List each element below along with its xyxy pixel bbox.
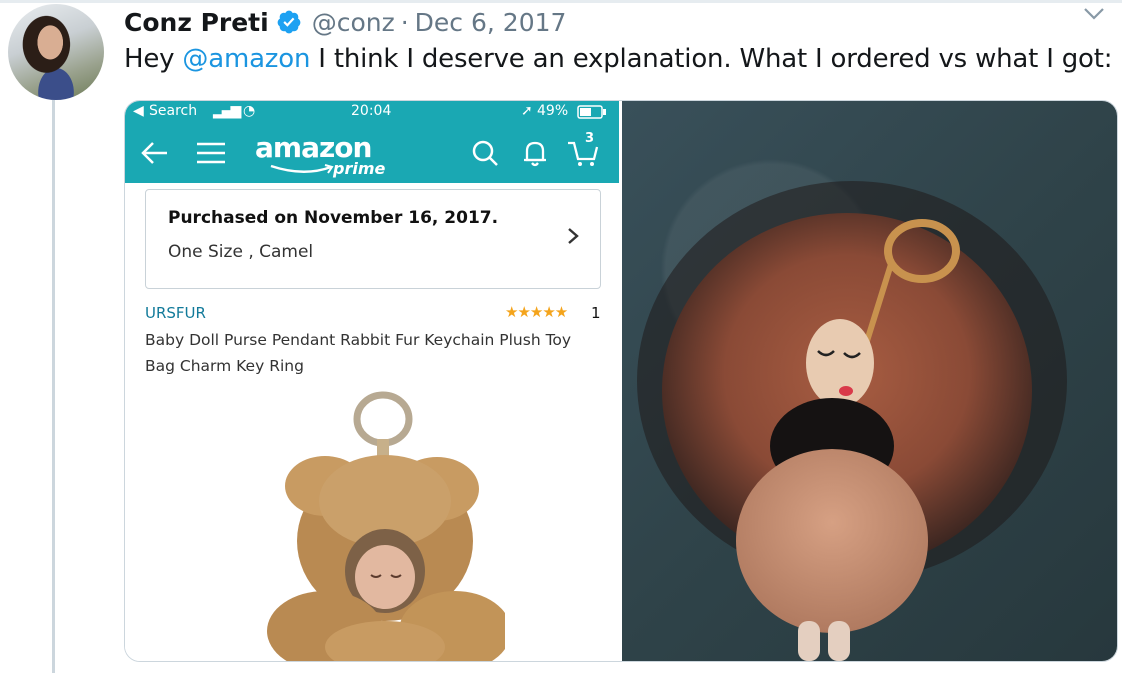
rating-count: 1: [591, 304, 601, 322]
phone-status-bar: ◀ Search ▂▄▆ ◔ 20:04 ➚ 49%: [125, 101, 619, 123]
media-grid: ◀ Search ▂▄▆ ◔ 20:04 ➚ 49% amazon prime …: [124, 100, 1118, 662]
verified-badge-icon: [277, 10, 301, 34]
wifi-icon: ◔: [243, 103, 256, 119]
product-image[interactable]: [265, 391, 505, 661]
battery-icon: [577, 105, 606, 119]
tweet-date[interactable]: Dec 6, 2017: [415, 8, 567, 37]
cart-icon[interactable]: [565, 135, 601, 171]
amazon-prime-logo[interactable]: amazon prime: [255, 131, 385, 178]
cart-count: 3: [585, 131, 595, 146]
mention-link[interactable]: @amazon: [182, 44, 310, 74]
separator-dot: ·: [400, 7, 409, 37]
signal-icon: ▂▄▆: [213, 103, 241, 119]
status-time: 20:04: [351, 103, 392, 119]
author-handle[interactable]: @conz: [312, 8, 395, 37]
purchase-date: Purchased on November 16, 2017.: [168, 208, 499, 228]
top-divider: [0, 0, 1122, 3]
received-photo[interactable]: [622, 101, 1117, 661]
back-arrow-icon[interactable]: [137, 135, 173, 171]
received-keychain-image: [637, 181, 1067, 661]
menu-icon[interactable]: [193, 135, 229, 171]
bell-icon[interactable]: [517, 135, 553, 171]
ordered-screenshot[interactable]: ◀ Search ▂▄▆ ◔ 20:04 ➚ 49% amazon prime …: [125, 101, 619, 661]
location-icon: ➚: [521, 103, 533, 119]
status-back-icon: ◀: [133, 103, 144, 119]
tweet-header: Conz Preti @conz · Dec 6, 2017: [124, 4, 566, 40]
thread-line: [52, 100, 55, 673]
author-name[interactable]: Conz Preti: [124, 8, 269, 37]
search-icon[interactable]: [467, 135, 503, 171]
amazon-app-bar: amazon prime 3: [125, 123, 619, 183]
chevron-down-icon[interactable]: [1080, 4, 1108, 24]
purchase-card[interactable]: Purchased on November 16, 2017. One Size…: [145, 189, 601, 289]
tweet-text-start: Hey: [124, 44, 183, 74]
smile-arrow-icon: [270, 164, 334, 174]
product-title[interactable]: Baby Doll Purse Pendant Rabbit Fur Keych…: [145, 327, 585, 379]
brand-link[interactable]: URSFUR: [145, 304, 206, 322]
tweet-text-end: I think I deserve an explanation. What I…: [310, 44, 1113, 74]
tweet-text: Hey @amazon I think I deserve an explana…: [124, 44, 1113, 74]
chevron-right-icon: [568, 228, 579, 244]
status-carrier: Search: [149, 103, 198, 119]
status-battery: 49%: [537, 103, 569, 119]
star-rating[interactable]: ★★★★★: [505, 303, 568, 321]
logo-prime: prime: [333, 159, 386, 178]
purchase-variant: One Size , Camel: [168, 242, 314, 262]
avatar[interactable]: [8, 4, 104, 100]
